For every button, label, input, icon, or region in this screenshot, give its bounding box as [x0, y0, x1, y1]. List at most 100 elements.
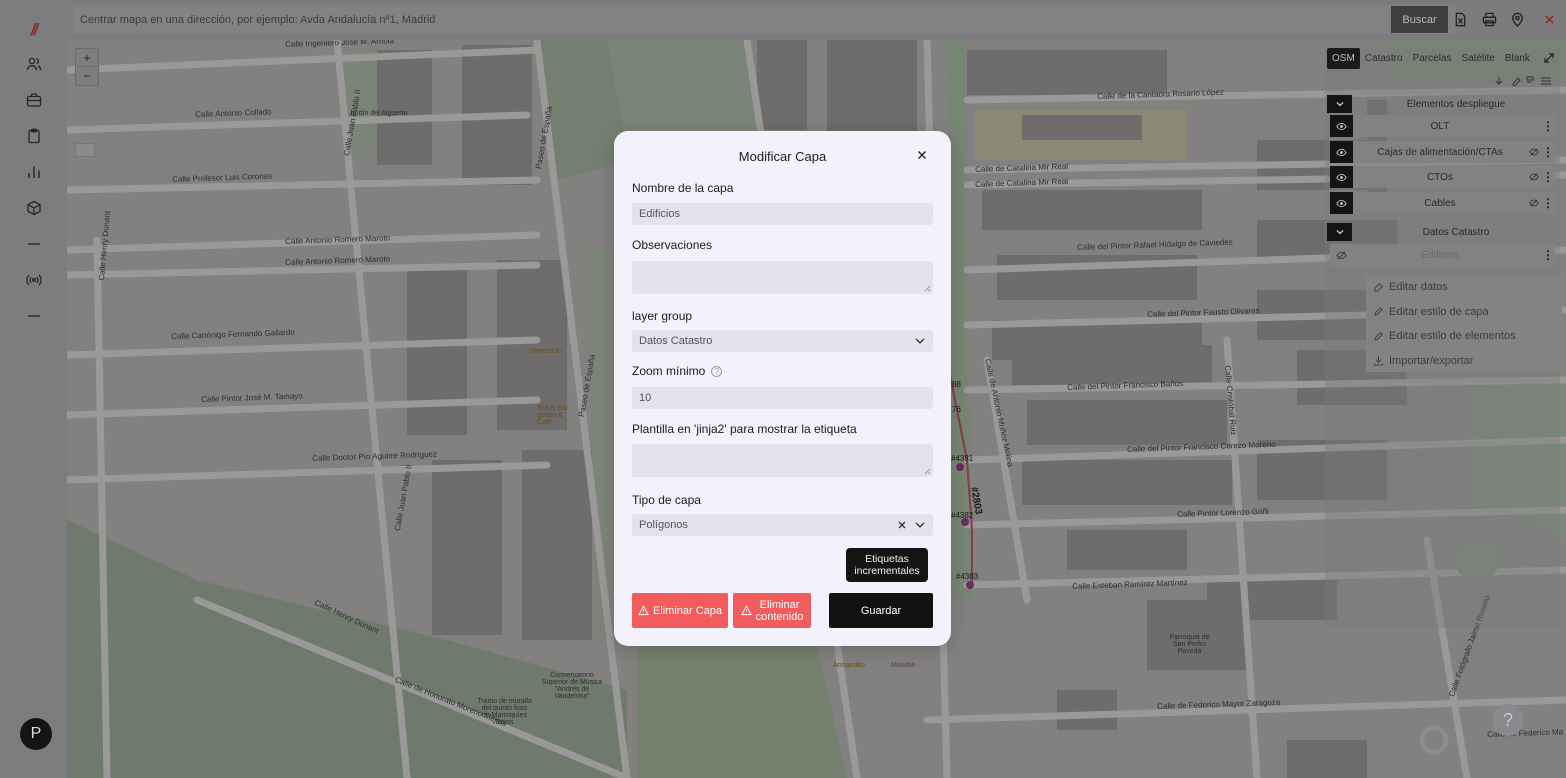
zoom-control: + −	[75, 48, 99, 86]
more-vertical-icon[interactable]: ⋮	[1541, 146, 1555, 158]
eye-off-icon[interactable]	[1527, 172, 1541, 182]
map-poi-label: Tramo de muralla del quinto foso de Marr…	[477, 698, 532, 726]
help-circle-icon[interactable]: ?	[711, 366, 723, 378]
resize-grip-icon[interactable]	[924, 285, 931, 292]
left-sidebar: // P	[0, 0, 67, 778]
more-vertical-icon[interactable]: ⋮	[1541, 197, 1555, 209]
layer-name-label: Nombre de la capa	[632, 181, 734, 195]
layer-name: Cajas de alimentación/CTAs	[1377, 146, 1503, 158]
more-vertical-icon[interactable]: ⋮	[1541, 171, 1555, 183]
chevron-down-icon[interactable]	[1327, 223, 1352, 241]
label-template-label: Plantilla en 'jinja2' para mostrar la et…	[632, 422, 857, 436]
print-icon[interactable]	[1479, 9, 1499, 29]
eye-icon[interactable]	[1330, 192, 1353, 214]
excel-export-icon[interactable]	[1450, 9, 1470, 29]
layer-row-cajas[interactable]: Cajas de alimentación/CTAs ⋮	[1330, 141, 1555, 163]
chevron-down-icon[interactable]	[915, 521, 925, 529]
layer-type-select[interactable]: Polígonos	[632, 514, 933, 536]
modal-title: Modificar Capa	[738, 149, 827, 164]
layer-name-input[interactable]: Edificios	[632, 203, 933, 225]
broadcast-icon[interactable]	[22, 268, 46, 292]
warning-icon	[638, 605, 649, 616]
eye-icon[interactable]	[1330, 141, 1353, 163]
map-feature-label: #4382	[951, 511, 974, 520]
eye-icon[interactable]	[1330, 115, 1353, 137]
layer-row-olt[interactable]: OLT ⋮	[1330, 115, 1555, 137]
save-button[interactable]: Guardar	[829, 593, 933, 628]
close-icon[interactable]	[1539, 9, 1559, 29]
edit-layer-modal: Modificar Capa Nombre de la capa Edifici…	[614, 131, 951, 646]
delete-layer-button[interactable]: Eliminar Capa	[632, 593, 728, 628]
eye-off-icon[interactable]	[1330, 244, 1353, 266]
chevron-down-icon[interactable]	[915, 337, 925, 345]
pencil-icon	[1374, 307, 1383, 317]
layer-group-title: Elementos despliegue	[1406, 98, 1506, 110]
zoom-out-button[interactable]: −	[76, 67, 98, 85]
app-logo[interactable]: //	[31, 20, 39, 40]
bar-chart-icon[interactable]	[22, 160, 46, 184]
observations-textarea[interactable]	[632, 261, 933, 294]
zoom-min-label: Zoom mínimo?	[632, 364, 723, 378]
map-feature-label: 76	[952, 405, 961, 414]
layer-row-cables[interactable]: Cables ⋮	[1330, 192, 1555, 214]
observations-label: Observaciones	[632, 238, 713, 252]
briefcase-icon[interactable]	[22, 88, 46, 112]
map-poi-label: Parroquia de San Pedro Poveda	[1169, 634, 1210, 655]
eye-off-icon[interactable]	[1527, 147, 1541, 157]
map-poi-label: Jardín del Alguerto	[349, 110, 408, 117]
zoom-in-button[interactable]: +	[76, 49, 98, 67]
layer-name: CTOs	[1427, 171, 1453, 183]
menu-item-edit-layer-style[interactable]: Editar estilo de capa	[1366, 300, 1562, 325]
delete-content-button[interactable]: Eliminar contenido	[733, 593, 811, 628]
map-poi-label: Venteciclo	[529, 348, 561, 355]
clear-icon[interactable]	[897, 520, 907, 530]
layer-row-ctos[interactable]: CTOs ⋮	[1330, 166, 1555, 188]
menu-item-edit-element-style[interactable]: Editar estilo de elementos	[1366, 324, 1562, 349]
address-search-input[interactable]	[73, 5, 1456, 34]
eye-off-icon[interactable]	[1527, 198, 1541, 208]
map-scale-box	[75, 143, 95, 157]
dash-icon[interactable]	[22, 232, 46, 256]
layer-row-edificios[interactable]: Edificios ⋮	[1330, 244, 1555, 266]
layer-name: OLT	[1430, 120, 1450, 132]
basemap-tab-satelite[interactable]: Satélite	[1456, 48, 1499, 69]
collapse-panel-icon[interactable]	[1543, 52, 1555, 64]
label-template-textarea[interactable]	[632, 444, 933, 477]
download-icon	[1373, 356, 1384, 366]
basemap-tab-catastro[interactable]: Catastro	[1360, 48, 1408, 69]
menu-item-edit-data[interactable]: Editar datos	[1366, 275, 1562, 300]
users-icon[interactable]	[22, 52, 46, 76]
map-feature-label: #4383	[956, 572, 979, 581]
layer-group-header[interactable]: Elementos despliegue	[1327, 94, 1560, 114]
layer-name: Edificios	[1421, 249, 1459, 261]
eye-icon[interactable]	[1330, 166, 1353, 188]
basemap-tab-osm[interactable]: OSM	[1327, 48, 1360, 69]
more-vertical-icon[interactable]: ⋮	[1541, 120, 1555, 132]
more-vertical-icon[interactable]: ⋮	[1541, 249, 1555, 261]
layer-name: Cables	[1424, 197, 1456, 209]
help-button[interactable]: ?	[1492, 704, 1524, 736]
resize-grip-icon[interactable]	[924, 468, 931, 475]
map-poi-label: Armandito	[833, 662, 865, 669]
map-poi-label: BULE Bar gelato & Café	[537, 405, 569, 426]
location-pin-icon[interactable]	[1507, 9, 1527, 29]
close-icon[interactable]	[915, 148, 929, 162]
chevron-down-icon[interactable]	[1327, 95, 1352, 113]
basemap-tabs: OSM Catastro Parcelas Satélite Blank	[1327, 48, 1535, 69]
layer-group-select[interactable]: Datos Catastro	[632, 330, 933, 352]
layer-context-menu: Editar datos Editar estilo de capa Edita…	[1366, 275, 1562, 372]
user-avatar[interactable]: P	[20, 718, 52, 750]
zoom-min-input[interactable]: 10	[632, 387, 933, 409]
clipboard-icon[interactable]	[22, 124, 46, 148]
map-feature-label: #4381	[951, 454, 974, 463]
layer-group-title: Datos Catastro	[1422, 226, 1490, 238]
incremental-labels-tooltip: Etiquetas incrementales	[846, 548, 928, 582]
basemap-tab-parcelas[interactable]: Parcelas	[1408, 48, 1457, 69]
basemap-tab-blank[interactable]: Blank	[1500, 48, 1535, 69]
dash-icon[interactable]	[22, 304, 46, 328]
search-button[interactable]: Buscar	[1391, 6, 1448, 33]
layer-group-header[interactable]: Datos Catastro	[1327, 222, 1560, 242]
cube-icon[interactable]	[22, 196, 46, 220]
menu-item-import-export[interactable]: Importar/exportar	[1366, 349, 1562, 374]
panel-toolbar-icons[interactable]	[1495, 76, 1555, 86]
